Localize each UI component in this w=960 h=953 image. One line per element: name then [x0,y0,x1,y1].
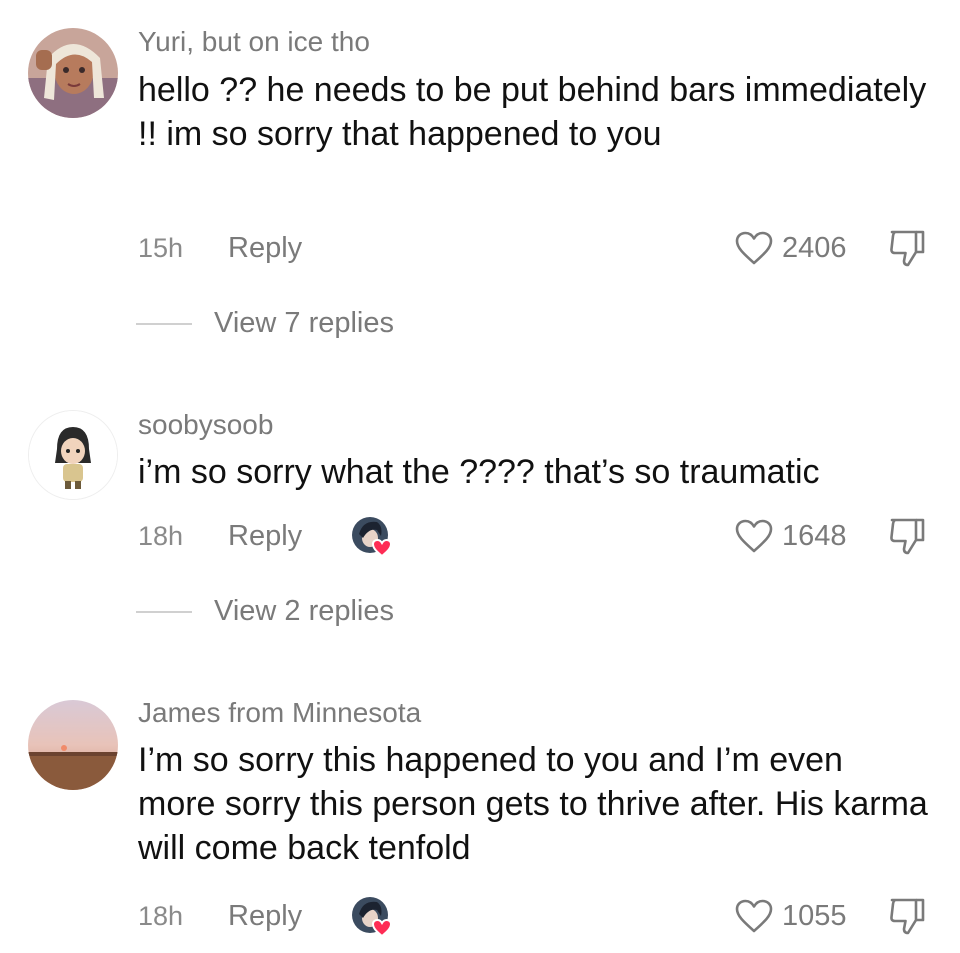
view-replies-button[interactable]: View 7 replies [136,303,536,343]
heart-outline-icon [735,899,773,933]
thumbs-down-icon[interactable] [886,228,928,268]
comment-3: James from Minnesota I’m so sorry this h… [0,690,960,953]
view-replies-button[interactable]: View 2 replies [136,591,536,631]
thumbs-down-icon[interactable] [886,896,928,936]
comment-2: soobysoob i’m so sorry what the ???? tha… [0,400,960,650]
avatar[interactable] [28,700,118,790]
like-count: 1055 [782,900,847,932]
comment-actions: 18h Reply 1055 [138,896,930,938]
comment-timestamp: 15h [138,233,184,263]
like-count: 2406 [782,232,847,264]
comment-text: i’m so sorry what the ???? that’s so tra… [138,453,820,491]
comment-text: hello ?? he needs to be put behind bars … [138,71,927,153]
replies-divider [136,611,192,613]
reply-button[interactable]: Reply [228,228,302,268]
avatar[interactable] [28,410,118,500]
comment-timestamp: 18h [138,901,184,931]
creator-liked-badge [352,897,393,938]
comment-timestamp: 18h [138,521,184,551]
comment-actions: 15h Reply 2406 [138,228,930,268]
avatar[interactable] [28,28,118,118]
like-count: 1648 [782,520,847,552]
replies-divider [136,323,192,325]
comment-1: Yuri, but on ice tho hello ?? he needs t… [0,0,960,360]
reply-button[interactable]: Reply [228,516,302,556]
like-button[interactable]: 1648 [734,516,864,556]
view-replies-label: View 2 replies [214,595,395,627]
creator-liked-badge [352,517,393,558]
comment-actions: 18h Reply 1648 [138,516,930,558]
username[interactable]: Yuri, but on ice tho [138,25,370,59]
heart-outline-icon [735,231,773,265]
view-replies-label: View 7 replies [214,307,395,339]
thumbs-down-icon[interactable] [886,516,928,556]
comment-text: I’m so sorry this happened to you and I’… [138,741,928,867]
heart-outline-icon [735,519,773,553]
like-button[interactable]: 2406 [734,228,864,268]
username[interactable]: James from Minnesota [138,696,421,730]
username[interactable]: soobysoob [138,408,273,442]
reply-button[interactable]: Reply [228,896,302,936]
like-button[interactable]: 1055 [734,896,864,936]
